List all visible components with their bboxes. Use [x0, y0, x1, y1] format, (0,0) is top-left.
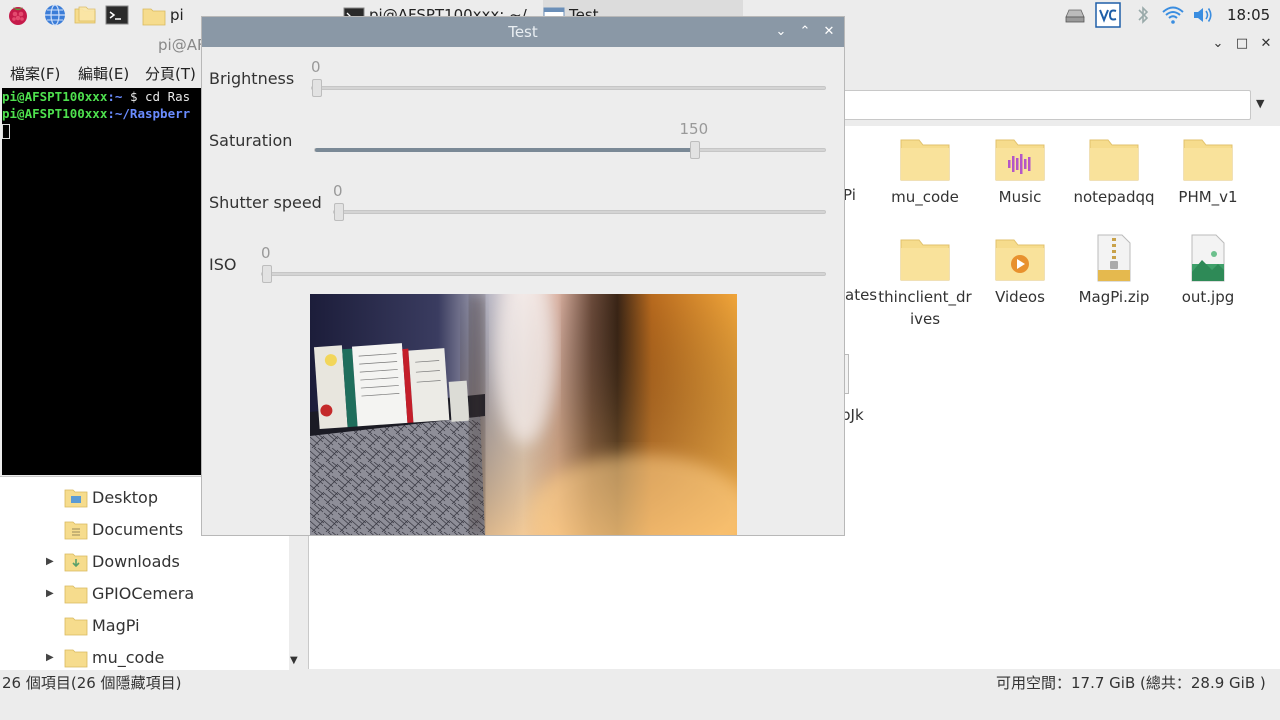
terminal-output[interactable]: pi@AFSPT100xxx:~ $ cd Ras pi@AFSPT100xxx… [2, 88, 202, 475]
file-item[interactable]: PHM_v1 [1160, 138, 1256, 208]
file-item-label: out.jpg [1181, 288, 1235, 306]
file-item[interactable]: thinclient_drives [877, 238, 973, 330]
file-item[interactable]: MagPi.zip [1066, 234, 1162, 308]
shutter-speed-slider[interactable] [333, 203, 826, 221]
saturation-value: 150 [679, 120, 709, 138]
terminal-line: pi@AFSPT100xxx:~/Raspberr [2, 106, 191, 121]
expand-arrow-icon[interactable]: ▶ [46, 579, 54, 609]
wifi-icon[interactable] [1161, 3, 1185, 27]
folder-icon [1183, 139, 1233, 181]
minimize-icon[interactable]: ⌄ [773, 24, 789, 40]
file-item-label: thinclient_drives [878, 288, 972, 328]
free-space: 可用空間：17.7 GiB (總共：28.9 GiB ) [996, 674, 1266, 692]
menu-tabs[interactable]: 分頁(T) [145, 60, 196, 88]
slider-handle[interactable] [262, 265, 272, 283]
file-item-label: notepadqq [1073, 188, 1155, 206]
music-folder-icon [995, 139, 1045, 181]
shutter-speed-label: Shutter speed [209, 193, 322, 212]
web-browser-icon[interactable] [43, 3, 67, 27]
brightness-label: Brightness [209, 69, 295, 88]
brightness-slider[interactable] [311, 79, 826, 97]
folder-icon [142, 8, 166, 25]
minimize-icon[interactable]: ⌄ [1210, 36, 1226, 52]
downloads-folder-icon [64, 553, 88, 572]
status-bar: 26 個項目(26 個隱藏項目) 可用空間：17.7 GiB (總共：28.9 … [0, 670, 1280, 696]
expand-arrow-icon[interactable]: ▶ [46, 547, 54, 577]
videos-folder-icon [995, 239, 1045, 281]
image-file-icon [1191, 234, 1225, 282]
sidebar-item-mu-code[interactable]: ▶ mu_code [0, 643, 290, 670]
expand-arrow-icon[interactable]: ▶ [46, 643, 54, 670]
maximize-icon[interactable]: □ [1234, 36, 1250, 52]
slider-handle[interactable] [690, 141, 700, 159]
close-icon[interactable]: ✕ [1258, 36, 1274, 52]
folder-icon [64, 617, 88, 636]
saturation-label: Saturation [209, 131, 293, 150]
terminal-line: pi@AFSPT100xxx:~ $ cd Ras [2, 89, 191, 104]
slider-handle[interactable] [334, 203, 344, 221]
file-item-label: Videos [995, 288, 1045, 306]
maximize-icon[interactable]: ⌃ [797, 24, 813, 40]
documents-folder-icon [64, 521, 88, 540]
slider-fill [315, 148, 694, 152]
file-item[interactable]: out.jpg [1160, 234, 1256, 308]
file-item[interactable]: mu_code [877, 138, 973, 208]
terminal-icon[interactable] [105, 3, 129, 27]
saturation-slider[interactable] [314, 141, 826, 159]
folder-icon [64, 649, 88, 668]
scroll-down-icon[interactable]: ▼ [290, 655, 298, 666]
raspberry-menu-icon[interactable] [6, 3, 30, 27]
file-item[interactable]: Music [972, 138, 1068, 208]
shutter-speed-value: 0 [333, 182, 343, 200]
folder-icon [900, 239, 950, 281]
desktop: pi pi@AFSPT100xxx: ~/ Test 18:05 ⌄ □ ✕ ▼… [0, 0, 1280, 720]
sidebar-item-magpi[interactable]: MagPi [0, 611, 290, 641]
iso-slider[interactable] [261, 265, 826, 283]
desktop-folder-icon [64, 489, 88, 508]
vnc-icon[interactable] [1095, 2, 1121, 28]
cpu-monitor-icon[interactable] [1063, 3, 1087, 27]
volume-icon[interactable] [1191, 3, 1215, 27]
item-count: 26 個項目(26 個隱藏項目) [2, 674, 182, 692]
brightness-value: 0 [311, 58, 321, 76]
folder-icon [1089, 139, 1139, 181]
file-item-label: mu_code [891, 188, 959, 206]
folder-icon [64, 585, 88, 604]
sidebar-item-gpiocemera[interactable]: ▶ GPIOCemera [0, 579, 290, 609]
sidebar-item-downloads[interactable]: ▶ Downloads [0, 547, 290, 577]
iso-label: ISO [209, 255, 237, 274]
bluetooth-icon[interactable] [1131, 3, 1155, 27]
close-icon[interactable]: ✕ [821, 24, 837, 40]
dialog-titlebar[interactable]: Test ⌄ ⌃ ✕ [202, 17, 844, 47]
slider-handle[interactable] [312, 79, 322, 97]
clock[interactable]: 18:05 [1227, 0, 1270, 30]
camera-preview [310, 294, 737, 535]
file-item-label: MagPi.zip [1078, 288, 1150, 306]
terminal-cursor [2, 124, 10, 139]
chevron-down-icon[interactable]: ▼ [1256, 97, 1264, 110]
iso-value: 0 [261, 244, 271, 262]
file-item-label: ates [845, 286, 878, 304]
terminal-titlebar[interactable]: pi@AF [0, 30, 206, 60]
file-item[interactable]: Videos [972, 238, 1068, 308]
terminal-title: pi@AF [158, 36, 206, 54]
menu-file[interactable]: 檔案(F) [10, 60, 60, 88]
zip-file-icon [1097, 234, 1131, 282]
path-input[interactable] [843, 90, 1251, 120]
file-item[interactable]: notepadqq [1066, 138, 1162, 208]
file-item-label: Music [998, 188, 1042, 206]
folder-icon [900, 139, 950, 181]
menu-edit[interactable]: 編輯(E) [78, 60, 129, 88]
test-dialog: Test ⌄ ⌃ ✕ Brightness 0 Saturation 150 S… [201, 16, 845, 536]
file-item-label: PHM_v1 [1178, 188, 1238, 206]
dialog-title: Test [508, 23, 538, 41]
terminal-menubar: 檔案(F) 編輯(E) 分頁(T) [0, 60, 202, 88]
task-label: pi [170, 6, 184, 24]
file-manager-icon[interactable] [73, 3, 97, 27]
